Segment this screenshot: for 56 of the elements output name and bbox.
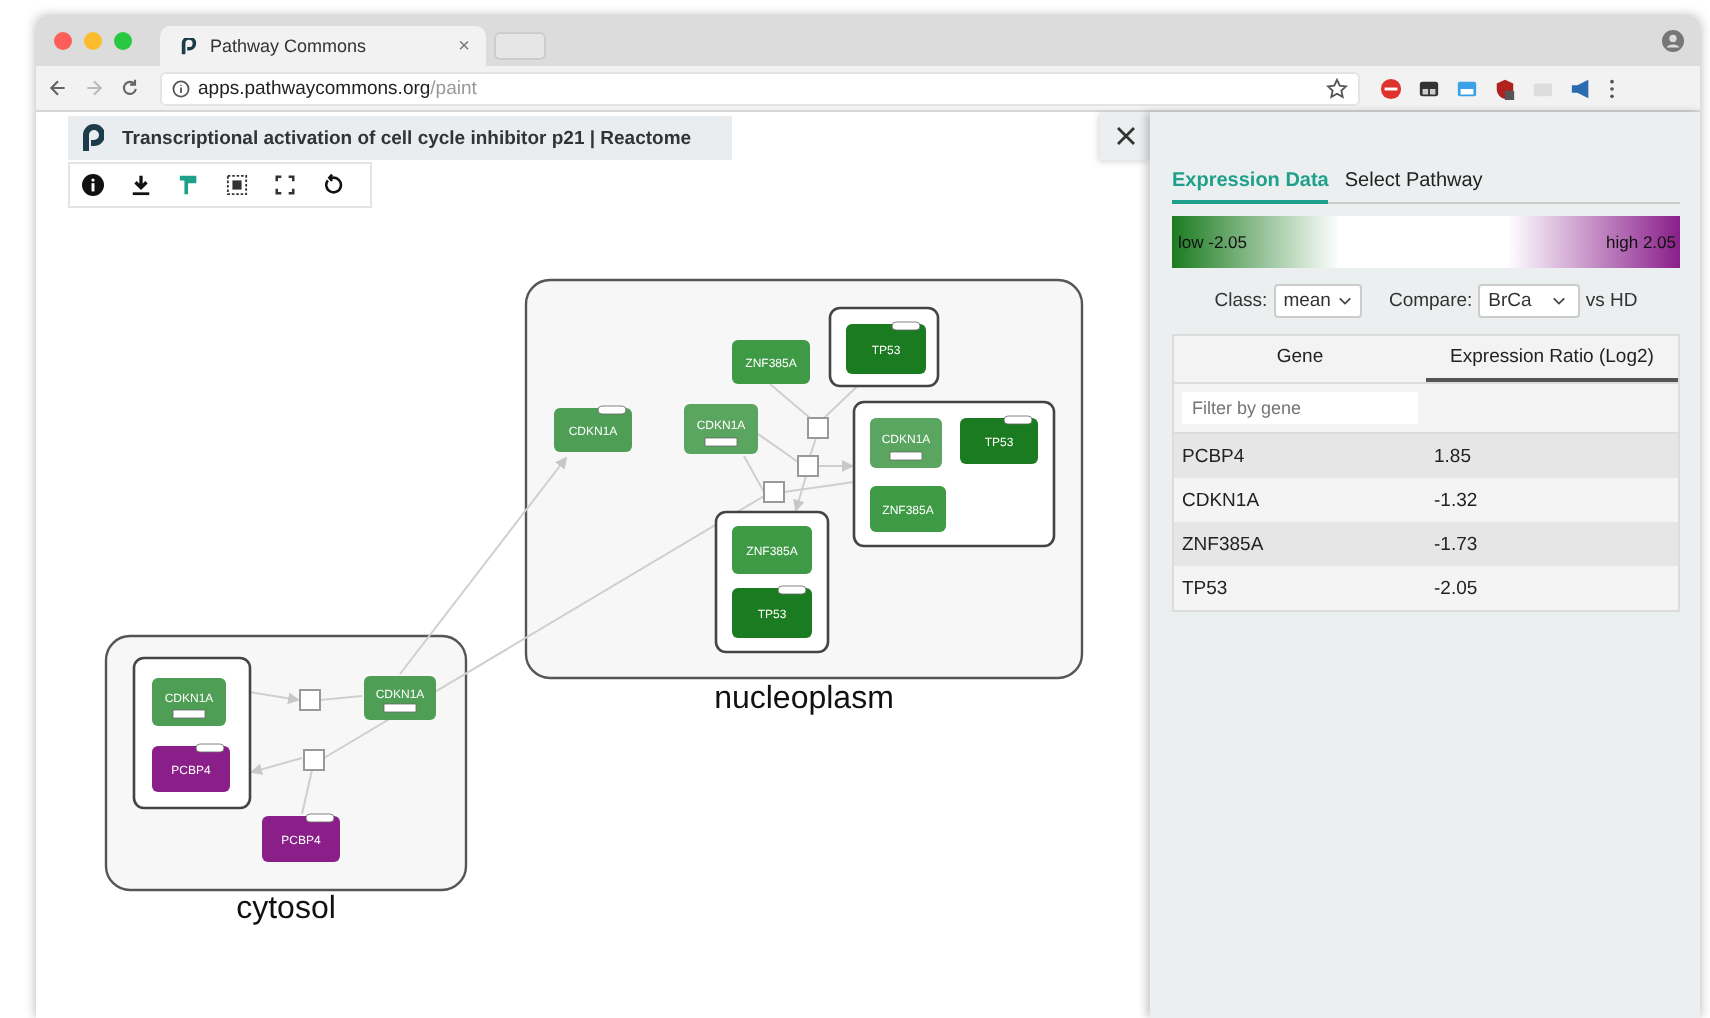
panel-tab[interactable]: Expression Data [1172, 164, 1329, 204]
caret-icon [1338, 296, 1353, 306]
extension-icon[interactable] [1418, 77, 1440, 99]
megaphone-icon[interactable] [1570, 77, 1592, 99]
compartment-label: cytosol [236, 892, 336, 926]
process-node[interactable] [763, 481, 785, 503]
process-node[interactable] [807, 417, 829, 439]
logo-icon [180, 37, 198, 55]
scale-min-label: low -2.05 [1178, 232, 1247, 252]
edge-line [249, 691, 300, 705]
process-node[interactable] [797, 455, 819, 477]
table-cell-text: -1.73 [1432, 532, 1480, 560]
table-cell-text: CDKN1A [1180, 488, 1262, 516]
edge-line [769, 383, 811, 419]
info-icon[interactable] [82, 174, 104, 196]
address-bar[interactable]: apps.pathwaycommons.org/paint [160, 71, 1360, 105]
table-cell-text: -2.05 [1432, 576, 1480, 604]
close-icon [1115, 126, 1135, 146]
panel-tab[interactable]: Select Pathway [1344, 164, 1483, 202]
class-label: Class: [1214, 290, 1268, 312]
table-cell-text: -1.32 [1432, 488, 1480, 516]
column-header[interactable]: Gene [1174, 336, 1426, 382]
pathway-title: Transcriptional activation of cell cycle inhibitor p21 | Reactome [122, 127, 692, 149]
filter-field[interactable]: Filter by gene [1182, 392, 1418, 424]
info-icon [172, 79, 190, 97]
close-panel-button[interactable] [1100, 112, 1150, 160]
browser-tab[interactable]: Pathway Commons × [160, 26, 486, 66]
compare-label: Compare: [1388, 290, 1473, 312]
menu-icon[interactable] [1608, 77, 1616, 99]
scale-max-label: high 2.05 [1606, 232, 1676, 252]
edge-line [817, 460, 854, 472]
caret-icon [1551, 296, 1566, 306]
back-icon[interactable] [48, 78, 68, 98]
shield-icon[interactable] [1494, 77, 1516, 99]
process-node[interactable] [299, 689, 321, 711]
select-box-icon[interactable] [226, 174, 248, 196]
process-node[interactable] [303, 749, 325, 771]
table-cell-text: 1.85 [1432, 444, 1473, 472]
table-cell-text: TP53 [1180, 576, 1230, 604]
bookmark-star-icon[interactable] [1326, 77, 1348, 99]
fullscreen-icon[interactable] [274, 174, 296, 196]
edge-line [809, 437, 817, 457]
stop-sign-icon[interactable] [1380, 77, 1402, 99]
compare-suffix: vs HD [1585, 290, 1638, 312]
logo-icon [80, 123, 104, 153]
download-icon[interactable] [130, 174, 152, 196]
tab-close-button[interactable]: × [458, 35, 470, 57]
reset-icon[interactable] [322, 174, 344, 196]
compartment-label: nucleoplasm [714, 682, 894, 716]
class-dropdown[interactable]: mean [1273, 284, 1363, 318]
profile-icon[interactable] [1662, 30, 1684, 52]
paint-roller-icon[interactable] [178, 174, 200, 196]
compare-dropdown[interactable]: BrCa [1478, 284, 1580, 318]
reload-icon[interactable] [120, 78, 140, 98]
table-cell-text: PCBP4 [1180, 444, 1247, 472]
table-cell-text: ZNF385A [1180, 532, 1266, 560]
